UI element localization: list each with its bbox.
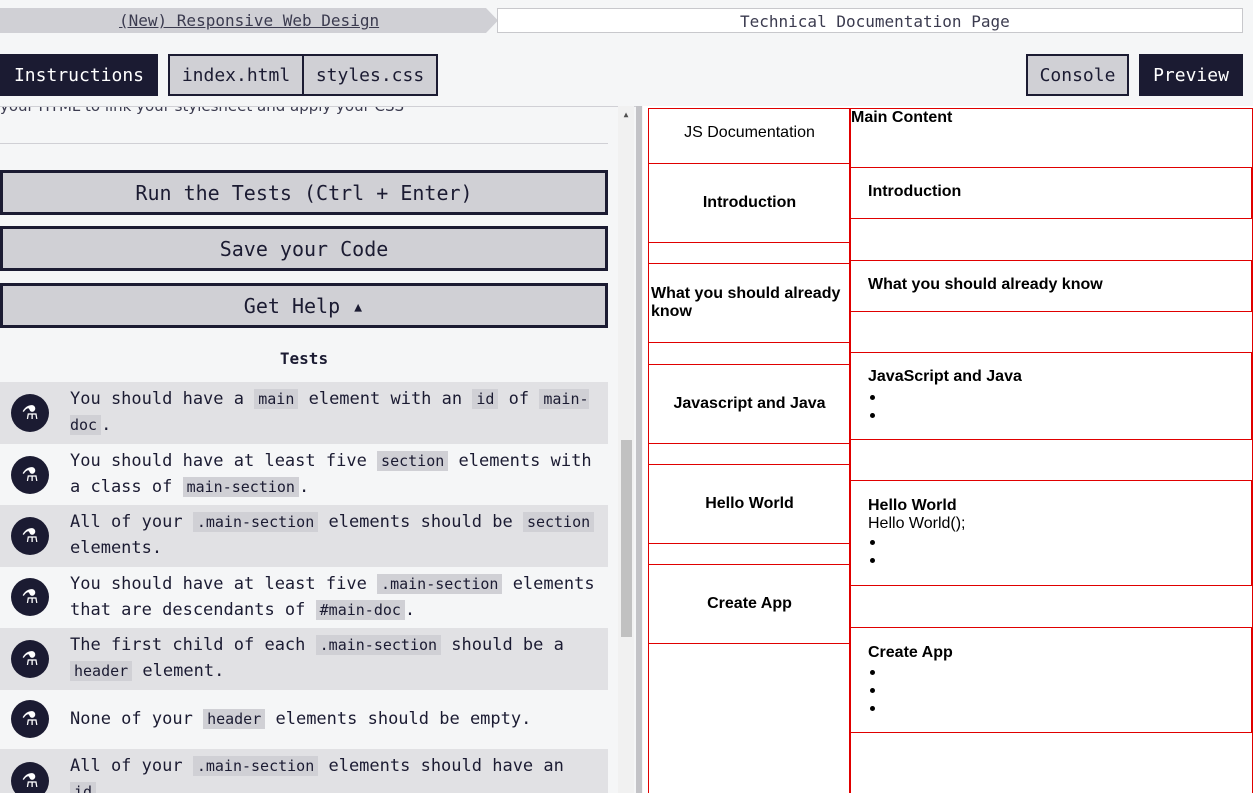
instructions-pane: your HTML to link your stylesheet and ap…: [0, 106, 636, 793]
pane-resizer[interactable]: [636, 106, 642, 793]
tests-heading: Tests: [279, 349, 329, 368]
section-header: Introduction: [868, 183, 962, 200]
scrollbar[interactable]: ▲: [618, 106, 634, 793]
section-header: JavaScript and Java: [868, 368, 1022, 385]
test-text: You should have a main element with an i…: [70, 389, 589, 435]
test-row: ⚗ All of your .main-section elements sho…: [0, 505, 608, 567]
section-header: What you should already know: [868, 276, 1103, 293]
nav-link-introduction[interactable]: Introduction: [648, 163, 851, 243]
tab-preview[interactable]: Preview: [1139, 54, 1243, 96]
flask-icon: ⚗: [11, 700, 49, 738]
section-text: Hello World();: [868, 515, 966, 532]
divider-line: [0, 143, 608, 144]
flask-icon: ⚗: [11, 578, 49, 616]
tab-styles-css[interactable]: styles.css: [302, 54, 438, 96]
test-text: The first child of each .main-section sh…: [70, 635, 564, 681]
tab-console[interactable]: Console: [1026, 54, 1129, 96]
tab-instructions[interactable]: Instructions: [0, 54, 158, 96]
nav-link-hello-world[interactable]: Hello World: [648, 464, 851, 544]
nav-link-create-app[interactable]: Create App: [648, 564, 851, 644]
main-section: Hello World Hello World();: [850, 480, 1252, 586]
test-row: ⚗ The first child of each .main-section …: [0, 628, 608, 690]
breadcrumb-project: Technical Documentation Page: [497, 8, 1243, 33]
flask-icon: ⚗: [11, 456, 49, 494]
scrollbar-thumb[interactable]: [621, 440, 632, 637]
nav-link-javascript-and-java[interactable]: Javascript and Java: [648, 364, 851, 444]
flask-icon: ⚗: [11, 762, 49, 793]
main-section: What you should already know: [850, 260, 1252, 312]
test-row: ⚗ You should have a main element with an…: [0, 382, 608, 444]
section-header: Hello World: [868, 497, 957, 514]
test-row: ⚗ You should have at least five .main-se…: [0, 567, 608, 629]
test-text: You should have at least five .main-sect…: [70, 574, 595, 620]
test-text: None of your header elements should be e…: [70, 709, 532, 729]
list-bullet: [870, 688, 875, 693]
save-code-button[interactable]: Save your Code: [0, 226, 608, 271]
test-text: All of your .main-section elements shoul…: [70, 753, 600, 793]
flask-icon: ⚗: [11, 517, 49, 555]
preview-pane: JS Documentation Introduction What you s…: [643, 106, 1253, 793]
section-header: Create App: [868, 644, 953, 661]
list-bullet: [870, 413, 875, 418]
breadcrumb-course-link[interactable]: (New) Responsive Web Design: [119, 11, 379, 30]
navbar-title: JS Documentation: [684, 124, 815, 141]
tab-index-html[interactable]: index.html: [168, 54, 304, 96]
test-row: ⚗ You should have at least five section …: [0, 443, 608, 505]
scroll-up-icon[interactable]: ▲: [618, 110, 634, 119]
test-row: ⚗ All of your .main-section elements sho…: [0, 749, 608, 793]
list-bullet: [870, 540, 875, 545]
test-text: All of your .main-section elements shoul…: [70, 509, 600, 561]
instructions-text: your HTML to link your stylesheet and ap…: [0, 106, 405, 115]
run-tests-button[interactable]: Run the Tests (Ctrl + Enter): [0, 170, 608, 215]
breadcrumb-course[interactable]: (New) Responsive Web Design: [0, 8, 498, 33]
main-section: Introduction: [850, 167, 1252, 219]
nav-link-what-you-should-know[interactable]: What you should already know: [648, 263, 851, 343]
flask-icon: ⚗: [11, 640, 49, 678]
breadcrumb-project-title: Technical Documentation Page: [740, 12, 1010, 31]
breadcrumb: (New) Responsive Web Design Technical Do…: [0, 8, 1243, 33]
main-section: JavaScript and Java: [850, 352, 1252, 440]
main-section: Create App: [850, 627, 1252, 733]
get-help-button[interactable]: Get Help ▴: [0, 283, 608, 328]
list-bullet: [870, 706, 875, 711]
main-content-title: Main Content: [851, 109, 953, 126]
list-bullet: [870, 558, 875, 563]
flask-icon: ⚗: [11, 394, 49, 432]
test-text: You should have at least five section el…: [70, 451, 592, 497]
test-row: ⚗ None of your header elements should be…: [0, 689, 608, 751]
list-bullet: [870, 670, 875, 675]
list-bullet: [870, 395, 875, 400]
